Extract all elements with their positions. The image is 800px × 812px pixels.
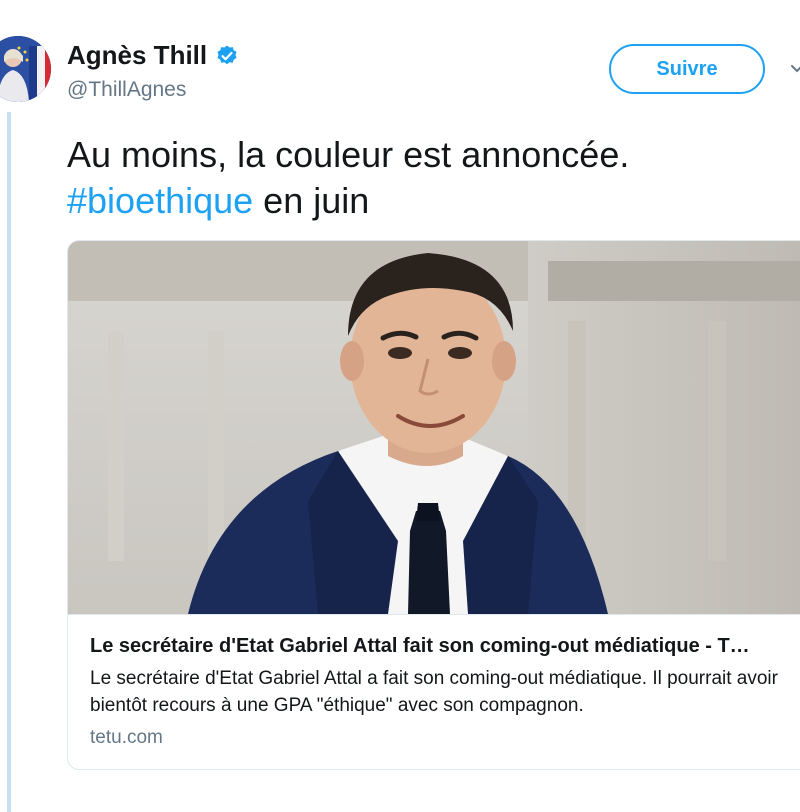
card-title[interactable]: Le secrétaire d'Etat Gabriel Attal fait … — [90, 633, 790, 659]
hashtag-link[interactable]: #bioethique — [67, 180, 253, 221]
link-card[interactable]: Le secrétaire d'Etat Gabriel Attal fait … — [67, 240, 800, 770]
tweet-text: Au moins, la couleur est annoncée. #bioe… — [67, 132, 787, 224]
chevron-down-icon[interactable] — [790, 62, 800, 76]
avatar[interactable] — [0, 36, 51, 102]
thread-line — [7, 112, 11, 812]
author-name[interactable]: Agnès Thill — [67, 40, 207, 71]
card-domain: tetu.com — [90, 727, 163, 748]
tweet-text-end: en juin — [253, 180, 370, 221]
card-description: Le secrétaire d'Etat Gabriel Attal a fai… — [90, 668, 778, 716]
card-body: Le secrétaire d'Etat Gabriel Attal fait … — [68, 614, 800, 769]
author-handle[interactable]: @ThillAgnes — [67, 78, 186, 102]
author-name-row[interactable]: Agnès Thill — [67, 40, 239, 71]
avatar-photo — [0, 36, 51, 102]
follow-button[interactable]: Suivre — [609, 44, 765, 94]
verified-badge-icon — [217, 45, 237, 64]
card-image — [68, 241, 800, 614]
tweet-text-main: Au moins, la couleur est annoncée. — [67, 134, 630, 175]
